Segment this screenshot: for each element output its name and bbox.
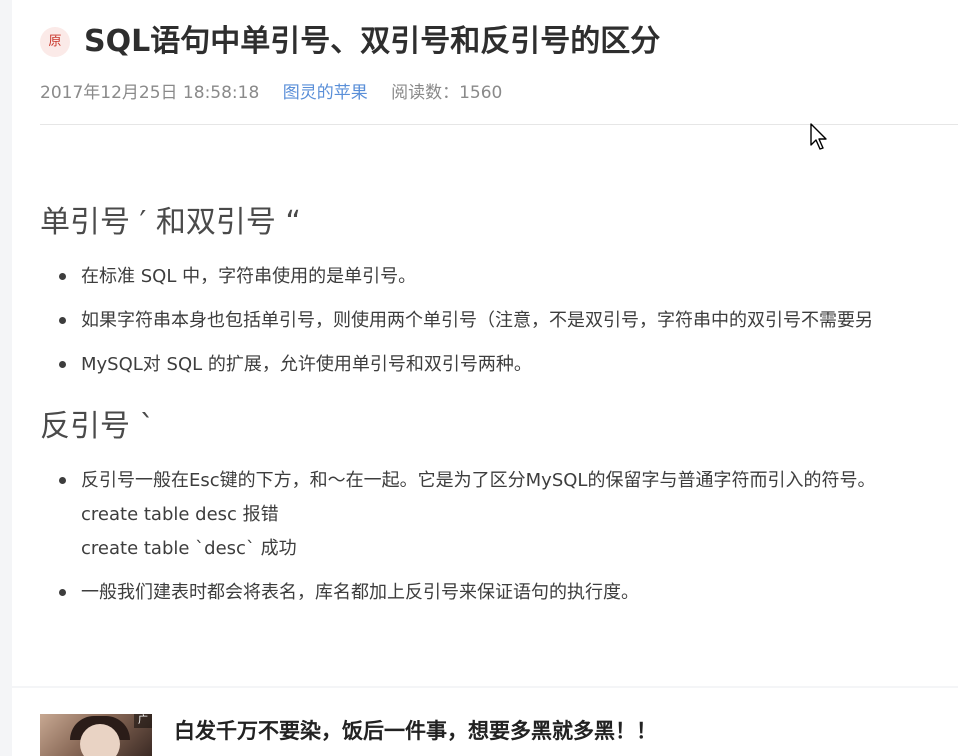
list-item-text: MySQL对 SQL 的扩展，允许使用单引号和双引号两种。 (81, 354, 532, 375)
section-heading-backtick: 反引号 ` (40, 409, 155, 444)
list-item-text: 在标准 SQL 中，字符串使用的是单引号。 (81, 266, 417, 287)
article-content: 单引号 ′ 和双引号 “ 在标准 SQL 中，字符串使用的是单引号。 如果字符串… (40, 0, 958, 686)
list-item-text: 如果字符串本身也包括单引号，则使用两个单引号（注意，不是双引号，字符串中的双引号… (81, 310, 873, 331)
article-card: 原 SQL语句中单引号、双引号和反引号的区分 2017年12月25日 18:58… (12, 0, 958, 686)
list-item-text: 一般我们建表时都会将表名，库名都加上反引号来保证语句的执行度。 (81, 582, 639, 603)
bullet (59, 589, 66, 596)
ad-label: 广告 (134, 714, 152, 728)
section-heading-quotes: 单引号 ′ 和双引号 “ (40, 205, 301, 240)
code-line: create table `desc` 成功 (81, 538, 297, 559)
ad-card[interactable]: 广告 白发千万不要染，饭后一件事，想要多黑就多黑！！ (12, 688, 958, 756)
ad-thumbnail-face (80, 724, 120, 756)
bullet (59, 273, 66, 280)
bullet (59, 477, 66, 484)
bullet (59, 317, 66, 324)
ad-title-link[interactable]: 白发千万不要染，饭后一件事，想要多黑就多黑！！ (174, 716, 657, 746)
mouse-cursor-icon (810, 123, 827, 150)
bullet (59, 361, 66, 368)
ad-label-text: 广告 (138, 715, 148, 726)
list-item-text: 反引号一般在Esc键的下方，和～在一起。它是为了区分MySQL的保留字与普通字符… (81, 470, 876, 491)
code-line: create table desc 报错 (81, 504, 279, 525)
